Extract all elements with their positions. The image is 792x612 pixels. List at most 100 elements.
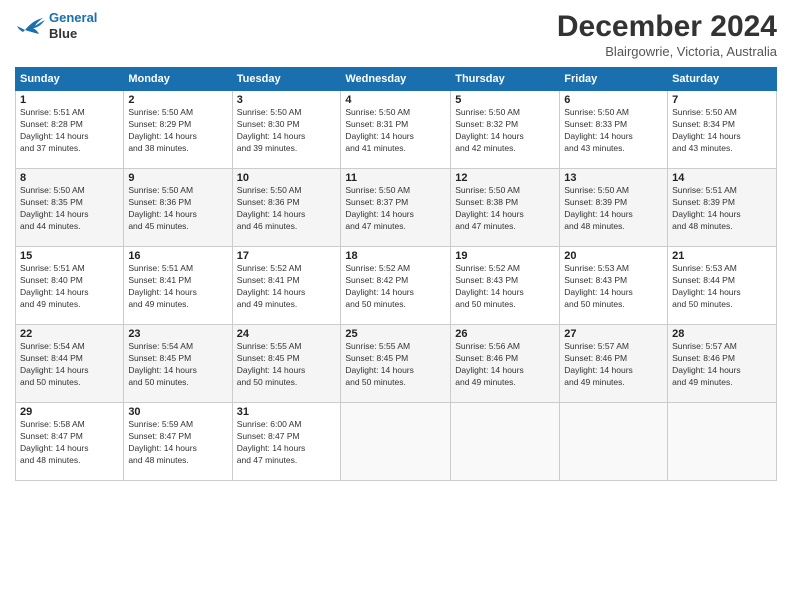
day-number: 8: [20, 172, 119, 184]
calendar-cell: 31Sunrise: 6:00 AM Sunset: 8:47 PM Dayli…: [232, 403, 341, 481]
day-info: Sunrise: 5:50 AM Sunset: 8:35 PM Dayligh…: [20, 185, 119, 233]
calendar-cell: 5Sunrise: 5:50 AM Sunset: 8:32 PM Daylig…: [451, 91, 560, 169]
weekday-header: Sunday: [16, 68, 124, 91]
calendar-cell: 10Sunrise: 5:50 AM Sunset: 8:36 PM Dayli…: [232, 169, 341, 247]
day-info: Sunrise: 5:50 AM Sunset: 8:33 PM Dayligh…: [564, 107, 663, 155]
day-info: Sunrise: 5:50 AM Sunset: 8:34 PM Dayligh…: [672, 107, 772, 155]
logo-line2: Blue: [49, 26, 97, 42]
calendar-cell: 25Sunrise: 5:55 AM Sunset: 8:45 PM Dayli…: [341, 325, 451, 403]
day-info: Sunrise: 5:50 AM Sunset: 8:39 PM Dayligh…: [564, 185, 663, 233]
day-number: 14: [672, 172, 772, 184]
calendar-cell: [560, 403, 668, 481]
day-number: 9: [128, 172, 227, 184]
title-section: December 2024 Blairgowrie, Victoria, Aus…: [557, 10, 777, 59]
calendar-cell: [451, 403, 560, 481]
day-number: 19: [455, 250, 555, 262]
day-number: 23: [128, 328, 227, 340]
calendar-cell: 14Sunrise: 5:51 AM Sunset: 8:39 PM Dayli…: [668, 169, 777, 247]
weekday-header: Friday: [560, 68, 668, 91]
calendar-cell: 9Sunrise: 5:50 AM Sunset: 8:36 PM Daylig…: [124, 169, 232, 247]
calendar-cell: [341, 403, 451, 481]
calendar-cell: 17Sunrise: 5:52 AM Sunset: 8:41 PM Dayli…: [232, 247, 341, 325]
calendar-week-row: 22Sunrise: 5:54 AM Sunset: 8:44 PM Dayli…: [16, 325, 777, 403]
day-info: Sunrise: 5:50 AM Sunset: 8:36 PM Dayligh…: [237, 185, 337, 233]
day-number: 25: [345, 328, 446, 340]
calendar-week-row: 15Sunrise: 5:51 AM Sunset: 8:40 PM Dayli…: [16, 247, 777, 325]
weekday-header: Wednesday: [341, 68, 451, 91]
day-number: 10: [237, 172, 337, 184]
location: Blairgowrie, Victoria, Australia: [557, 44, 777, 59]
calendar-cell: 27Sunrise: 5:57 AM Sunset: 8:46 PM Dayli…: [560, 325, 668, 403]
weekday-header: Monday: [124, 68, 232, 91]
day-number: 6: [564, 94, 663, 106]
calendar-week-row: 8Sunrise: 5:50 AM Sunset: 8:35 PM Daylig…: [16, 169, 777, 247]
calendar-cell: 19Sunrise: 5:52 AM Sunset: 8:43 PM Dayli…: [451, 247, 560, 325]
logo-line1: General: [49, 10, 97, 25]
day-number: 20: [564, 250, 663, 262]
day-number: 26: [455, 328, 555, 340]
day-info: Sunrise: 5:54 AM Sunset: 8:45 PM Dayligh…: [128, 341, 227, 389]
day-number: 2: [128, 94, 227, 106]
day-number: 13: [564, 172, 663, 184]
day-number: 31: [237, 406, 337, 418]
day-info: Sunrise: 6:00 AM Sunset: 8:47 PM Dayligh…: [237, 419, 337, 467]
weekday-header: Thursday: [451, 68, 560, 91]
day-info: Sunrise: 5:57 AM Sunset: 8:46 PM Dayligh…: [564, 341, 663, 389]
day-number: 3: [237, 94, 337, 106]
day-info: Sunrise: 5:51 AM Sunset: 8:40 PM Dayligh…: [20, 263, 119, 311]
day-info: Sunrise: 5:50 AM Sunset: 8:29 PM Dayligh…: [128, 107, 227, 155]
calendar-cell: 11Sunrise: 5:50 AM Sunset: 8:37 PM Dayli…: [341, 169, 451, 247]
page: General Blue December 2024 Blairgowrie, …: [0, 0, 792, 612]
day-number: 22: [20, 328, 119, 340]
day-info: Sunrise: 5:51 AM Sunset: 8:28 PM Dayligh…: [20, 107, 119, 155]
day-number: 18: [345, 250, 446, 262]
day-info: Sunrise: 5:53 AM Sunset: 8:44 PM Dayligh…: [672, 263, 772, 311]
day-info: Sunrise: 5:56 AM Sunset: 8:46 PM Dayligh…: [455, 341, 555, 389]
calendar-cell: 21Sunrise: 5:53 AM Sunset: 8:44 PM Dayli…: [668, 247, 777, 325]
day-number: 21: [672, 250, 772, 262]
day-number: 5: [455, 94, 555, 106]
calendar-cell: 22Sunrise: 5:54 AM Sunset: 8:44 PM Dayli…: [16, 325, 124, 403]
day-number: 12: [455, 172, 555, 184]
header: General Blue December 2024 Blairgowrie, …: [15, 10, 777, 59]
day-number: 24: [237, 328, 337, 340]
day-info: Sunrise: 5:55 AM Sunset: 8:45 PM Dayligh…: [345, 341, 446, 389]
day-number: 11: [345, 172, 446, 184]
calendar-cell: 3Sunrise: 5:50 AM Sunset: 8:30 PM Daylig…: [232, 91, 341, 169]
day-info: Sunrise: 5:55 AM Sunset: 8:45 PM Dayligh…: [237, 341, 337, 389]
calendar-cell: 24Sunrise: 5:55 AM Sunset: 8:45 PM Dayli…: [232, 325, 341, 403]
calendar-cell: 7Sunrise: 5:50 AM Sunset: 8:34 PM Daylig…: [668, 91, 777, 169]
calendar-cell: 16Sunrise: 5:51 AM Sunset: 8:41 PM Dayli…: [124, 247, 232, 325]
calendar-cell: 13Sunrise: 5:50 AM Sunset: 8:39 PM Dayli…: [560, 169, 668, 247]
calendar-header-row: SundayMondayTuesdayWednesdayThursdayFrid…: [16, 68, 777, 91]
day-info: Sunrise: 5:52 AM Sunset: 8:41 PM Dayligh…: [237, 263, 337, 311]
weekday-header: Tuesday: [232, 68, 341, 91]
calendar-cell: 18Sunrise: 5:52 AM Sunset: 8:42 PM Dayli…: [341, 247, 451, 325]
day-info: Sunrise: 5:54 AM Sunset: 8:44 PM Dayligh…: [20, 341, 119, 389]
day-info: Sunrise: 5:50 AM Sunset: 8:36 PM Dayligh…: [128, 185, 227, 233]
weekday-header: Saturday: [668, 68, 777, 91]
day-info: Sunrise: 5:58 AM Sunset: 8:47 PM Dayligh…: [20, 419, 119, 467]
calendar-cell: 12Sunrise: 5:50 AM Sunset: 8:38 PM Dayli…: [451, 169, 560, 247]
day-info: Sunrise: 5:52 AM Sunset: 8:42 PM Dayligh…: [345, 263, 446, 311]
day-info: Sunrise: 5:50 AM Sunset: 8:32 PM Dayligh…: [455, 107, 555, 155]
calendar-cell: 30Sunrise: 5:59 AM Sunset: 8:47 PM Dayli…: [124, 403, 232, 481]
calendar-cell: 28Sunrise: 5:57 AM Sunset: 8:46 PM Dayli…: [668, 325, 777, 403]
day-number: 15: [20, 250, 119, 262]
day-number: 4: [345, 94, 446, 106]
calendar: SundayMondayTuesdayWednesdayThursdayFrid…: [15, 67, 777, 481]
calendar-cell: 29Sunrise: 5:58 AM Sunset: 8:47 PM Dayli…: [16, 403, 124, 481]
day-info: Sunrise: 5:52 AM Sunset: 8:43 PM Dayligh…: [455, 263, 555, 311]
day-number: 17: [237, 250, 337, 262]
calendar-cell: 23Sunrise: 5:54 AM Sunset: 8:45 PM Dayli…: [124, 325, 232, 403]
day-info: Sunrise: 5:53 AM Sunset: 8:43 PM Dayligh…: [564, 263, 663, 311]
day-info: Sunrise: 5:57 AM Sunset: 8:46 PM Dayligh…: [672, 341, 772, 389]
calendar-cell: 2Sunrise: 5:50 AM Sunset: 8:29 PM Daylig…: [124, 91, 232, 169]
day-number: 1: [20, 94, 119, 106]
logo: General Blue: [15, 10, 97, 41]
calendar-cell: 20Sunrise: 5:53 AM Sunset: 8:43 PM Dayli…: [560, 247, 668, 325]
day-info: Sunrise: 5:59 AM Sunset: 8:47 PM Dayligh…: [128, 419, 227, 467]
calendar-cell: 26Sunrise: 5:56 AM Sunset: 8:46 PM Dayli…: [451, 325, 560, 403]
calendar-cell: 1Sunrise: 5:51 AM Sunset: 8:28 PM Daylig…: [16, 91, 124, 169]
day-number: 7: [672, 94, 772, 106]
